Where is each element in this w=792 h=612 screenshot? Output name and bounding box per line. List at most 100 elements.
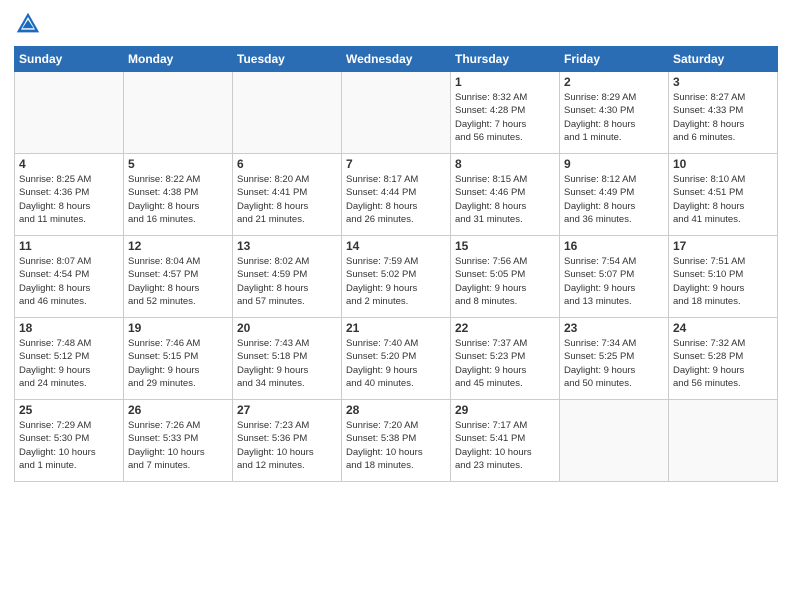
- day-number-12: 12: [128, 239, 228, 253]
- calendar-week-row-2: 11 Sunrise: 8:07 AM Sunset: 4:54 PM Dayli…: [15, 236, 778, 318]
- day-number-10: 10: [673, 157, 773, 171]
- weekday-header-thursday: Thursday: [451, 47, 560, 72]
- day-info-9: Sunrise: 8:12 AM Sunset: 4:49 PM Dayligh…: [564, 173, 664, 226]
- day-number-1: 1: [455, 75, 555, 89]
- day-info-11: Sunrise: 8:07 AM Sunset: 4:54 PM Dayligh…: [19, 255, 119, 308]
- calendar-day-21: 21 Sunrise: 7:40 AM Sunset: 5:20 PM Dayli…: [342, 318, 451, 400]
- day-number-6: 6: [237, 157, 337, 171]
- calendar-day-4: 4 Sunrise: 8:25 AM Sunset: 4:36 PM Daylig…: [15, 154, 124, 236]
- calendar-day-13: 13Sunrise: 8:02 AM Sunset: 4:59 PM Dayli…: [233, 236, 342, 318]
- weekday-header-monday: Monday: [124, 47, 233, 72]
- calendar-day-28: 28 Sunrise: 7:20 AM Sunset: 5:38 PM Dayli…: [342, 400, 451, 482]
- day-info-22: Sunrise: 7:37 AM Sunset: 5:23 PM Dayligh…: [455, 337, 555, 390]
- calendar-empty-cell: [233, 72, 342, 154]
- calendar-day-18: 18 Sunrise: 7:48 AM Sunset: 5:12 PM Dayli…: [15, 318, 124, 400]
- calendar-day-27: 27 Sunrise: 7:23 AM Sunset: 5:36 PM Dayli…: [233, 400, 342, 482]
- day-number-4: 4: [19, 157, 119, 171]
- day-number-17: 17: [673, 239, 773, 253]
- logo: [14, 10, 46, 38]
- calendar-day-2: 2 Sunrise: 8:29 AM Sunset: 4:30 PM Daylig…: [560, 72, 669, 154]
- day-info-23: Sunrise: 7:34 AM Sunset: 5:25 PM Dayligh…: [564, 337, 664, 390]
- day-number-3: 3: [673, 75, 773, 89]
- day-number-25: 25: [19, 403, 119, 417]
- weekday-header-row: SundayMondayTuesdayWednesdayThursdayFrid…: [15, 47, 778, 72]
- calendar-day-16: 16 Sunrise: 7:54 AM Sunset: 5:07 PM Dayli…: [560, 236, 669, 318]
- day-info-14: Sunrise: 7:59 AM Sunset: 5:02 PM Dayligh…: [346, 255, 446, 308]
- day-number-29: 29: [455, 403, 555, 417]
- calendar-day-10: 10 Sunrise: 8:10 AM Sunset: 4:51 PM Dayli…: [669, 154, 778, 236]
- calendar-day-1: 1 Sunrise: 8:32 AM Sunset: 4:28 PM Daylig…: [451, 72, 560, 154]
- day-number-16: 16: [564, 239, 664, 253]
- calendar-day-3: 3 Sunrise: 8:27 AM Sunset: 4:33 PM Daylig…: [669, 72, 778, 154]
- calendar-day-11: 11 Sunrise: 8:07 AM Sunset: 4:54 PM Dayli…: [15, 236, 124, 318]
- calendar-week-row-0: 1 Sunrise: 8:32 AM Sunset: 4:28 PM Daylig…: [15, 72, 778, 154]
- day-number-14: 14: [346, 239, 446, 253]
- day-number-2: 2: [564, 75, 664, 89]
- day-info-3: Sunrise: 8:27 AM Sunset: 4:33 PM Dayligh…: [673, 91, 773, 144]
- calendar-day-14: 14 Sunrise: 7:59 AM Sunset: 5:02 PM Dayli…: [342, 236, 451, 318]
- weekday-header-sunday: Sunday: [15, 47, 124, 72]
- day-info-24: Sunrise: 7:32 AM Sunset: 5:28 PM Dayligh…: [673, 337, 773, 390]
- day-info-15: Sunrise: 7:56 AM Sunset: 5:05 PM Dayligh…: [455, 255, 555, 308]
- calendar-empty-cell: [15, 72, 124, 154]
- day-number-5: 5: [128, 157, 228, 171]
- day-info-1: Sunrise: 8:32 AM Sunset: 4:28 PM Dayligh…: [455, 91, 555, 144]
- day-info-29: Sunrise: 7:17 AM Sunset: 5:41 PM Dayligh…: [455, 419, 555, 472]
- day-number-26: 26: [128, 403, 228, 417]
- day-info-8: Sunrise: 8:15 AM Sunset: 4:46 PM Dayligh…: [455, 173, 555, 226]
- calendar-day-15: 15 Sunrise: 7:56 AM Sunset: 5:05 PM Dayli…: [451, 236, 560, 318]
- day-info-26: Sunrise: 7:26 AM Sunset: 5:33 PM Dayligh…: [128, 419, 228, 472]
- calendar-week-row-4: 25 Sunrise: 7:29 AM Sunset: 5:30 PM Dayli…: [15, 400, 778, 482]
- day-number-21: 21: [346, 321, 446, 335]
- calendar-table: SundayMondayTuesdayWednesdayThursdayFrid…: [14, 46, 778, 482]
- calendar-day-19: 19Sunrise: 7:46 AM Sunset: 5:15 PM Dayli…: [124, 318, 233, 400]
- logo-icon: [14, 10, 42, 38]
- day-info-16: Sunrise: 7:54 AM Sunset: 5:07 PM Dayligh…: [564, 255, 664, 308]
- day-number-8: 8: [455, 157, 555, 171]
- calendar-day-9: 9Sunrise: 8:12 AM Sunset: 4:49 PM Daylig…: [560, 154, 669, 236]
- calendar-day-29: 29 Sunrise: 7:17 AM Sunset: 5:41 PM Dayli…: [451, 400, 560, 482]
- calendar-day-22: 22 Sunrise: 7:37 AM Sunset: 5:23 PM Dayli…: [451, 318, 560, 400]
- calendar-day-8: 8 Sunrise: 8:15 AM Sunset: 4:46 PM Daylig…: [451, 154, 560, 236]
- day-number-11: 11: [19, 239, 119, 253]
- day-number-20: 20: [237, 321, 337, 335]
- day-number-22: 22: [455, 321, 555, 335]
- calendar-empty-cell: [560, 400, 669, 482]
- day-info-28: Sunrise: 7:20 AM Sunset: 5:38 PM Dayligh…: [346, 419, 446, 472]
- day-info-6: Sunrise: 8:20 AM Sunset: 4:41 PM Dayligh…: [237, 173, 337, 226]
- calendar-day-5: 5Sunrise: 8:22 AM Sunset: 4:38 PM Daylig…: [124, 154, 233, 236]
- day-info-20: Sunrise: 7:43 AM Sunset: 5:18 PM Dayligh…: [237, 337, 337, 390]
- day-info-2: Sunrise: 8:29 AM Sunset: 4:30 PM Dayligh…: [564, 91, 664, 144]
- weekday-header-wednesday: Wednesday: [342, 47, 451, 72]
- calendar-day-25: 25 Sunrise: 7:29 AM Sunset: 5:30 PM Dayli…: [15, 400, 124, 482]
- day-number-27: 27: [237, 403, 337, 417]
- day-info-4: Sunrise: 8:25 AM Sunset: 4:36 PM Dayligh…: [19, 173, 119, 226]
- calendar-empty-cell: [124, 72, 233, 154]
- calendar-week-row-1: 4 Sunrise: 8:25 AM Sunset: 4:36 PM Daylig…: [15, 154, 778, 236]
- day-number-7: 7: [346, 157, 446, 171]
- day-info-10: Sunrise: 8:10 AM Sunset: 4:51 PM Dayligh…: [673, 173, 773, 226]
- calendar-day-24: 24 Sunrise: 7:32 AM Sunset: 5:28 PM Dayli…: [669, 318, 778, 400]
- header: [14, 10, 778, 38]
- calendar-day-23: 23Sunrise: 7:34 AM Sunset: 5:25 PM Dayli…: [560, 318, 669, 400]
- page: SundayMondayTuesdayWednesdayThursdayFrid…: [0, 0, 792, 612]
- day-number-19: 19: [128, 321, 228, 335]
- day-number-28: 28: [346, 403, 446, 417]
- calendar-day-20: 20 Sunrise: 7:43 AM Sunset: 5:18 PM Dayli…: [233, 318, 342, 400]
- weekday-header-friday: Friday: [560, 47, 669, 72]
- calendar-week-row-3: 18 Sunrise: 7:48 AM Sunset: 5:12 PM Dayli…: [15, 318, 778, 400]
- calendar-day-12: 12Sunrise: 8:04 AM Sunset: 4:57 PM Dayli…: [124, 236, 233, 318]
- calendar-empty-cell: [669, 400, 778, 482]
- calendar-day-6: 6 Sunrise: 8:20 AM Sunset: 4:41 PM Daylig…: [233, 154, 342, 236]
- calendar-day-26: 26 Sunrise: 7:26 AM Sunset: 5:33 PM Dayli…: [124, 400, 233, 482]
- day-number-18: 18: [19, 321, 119, 335]
- day-info-17: Sunrise: 7:51 AM Sunset: 5:10 PM Dayligh…: [673, 255, 773, 308]
- day-info-25: Sunrise: 7:29 AM Sunset: 5:30 PM Dayligh…: [19, 419, 119, 472]
- day-info-18: Sunrise: 7:48 AM Sunset: 5:12 PM Dayligh…: [19, 337, 119, 390]
- day-number-15: 15: [455, 239, 555, 253]
- calendar-day-17: 17 Sunrise: 7:51 AM Sunset: 5:10 PM Dayli…: [669, 236, 778, 318]
- day-info-27: Sunrise: 7:23 AM Sunset: 5:36 PM Dayligh…: [237, 419, 337, 472]
- day-info-21: Sunrise: 7:40 AM Sunset: 5:20 PM Dayligh…: [346, 337, 446, 390]
- day-number-24: 24: [673, 321, 773, 335]
- day-info-13: Sunrise: 8:02 AM Sunset: 4:59 PM Dayligh…: [237, 255, 337, 308]
